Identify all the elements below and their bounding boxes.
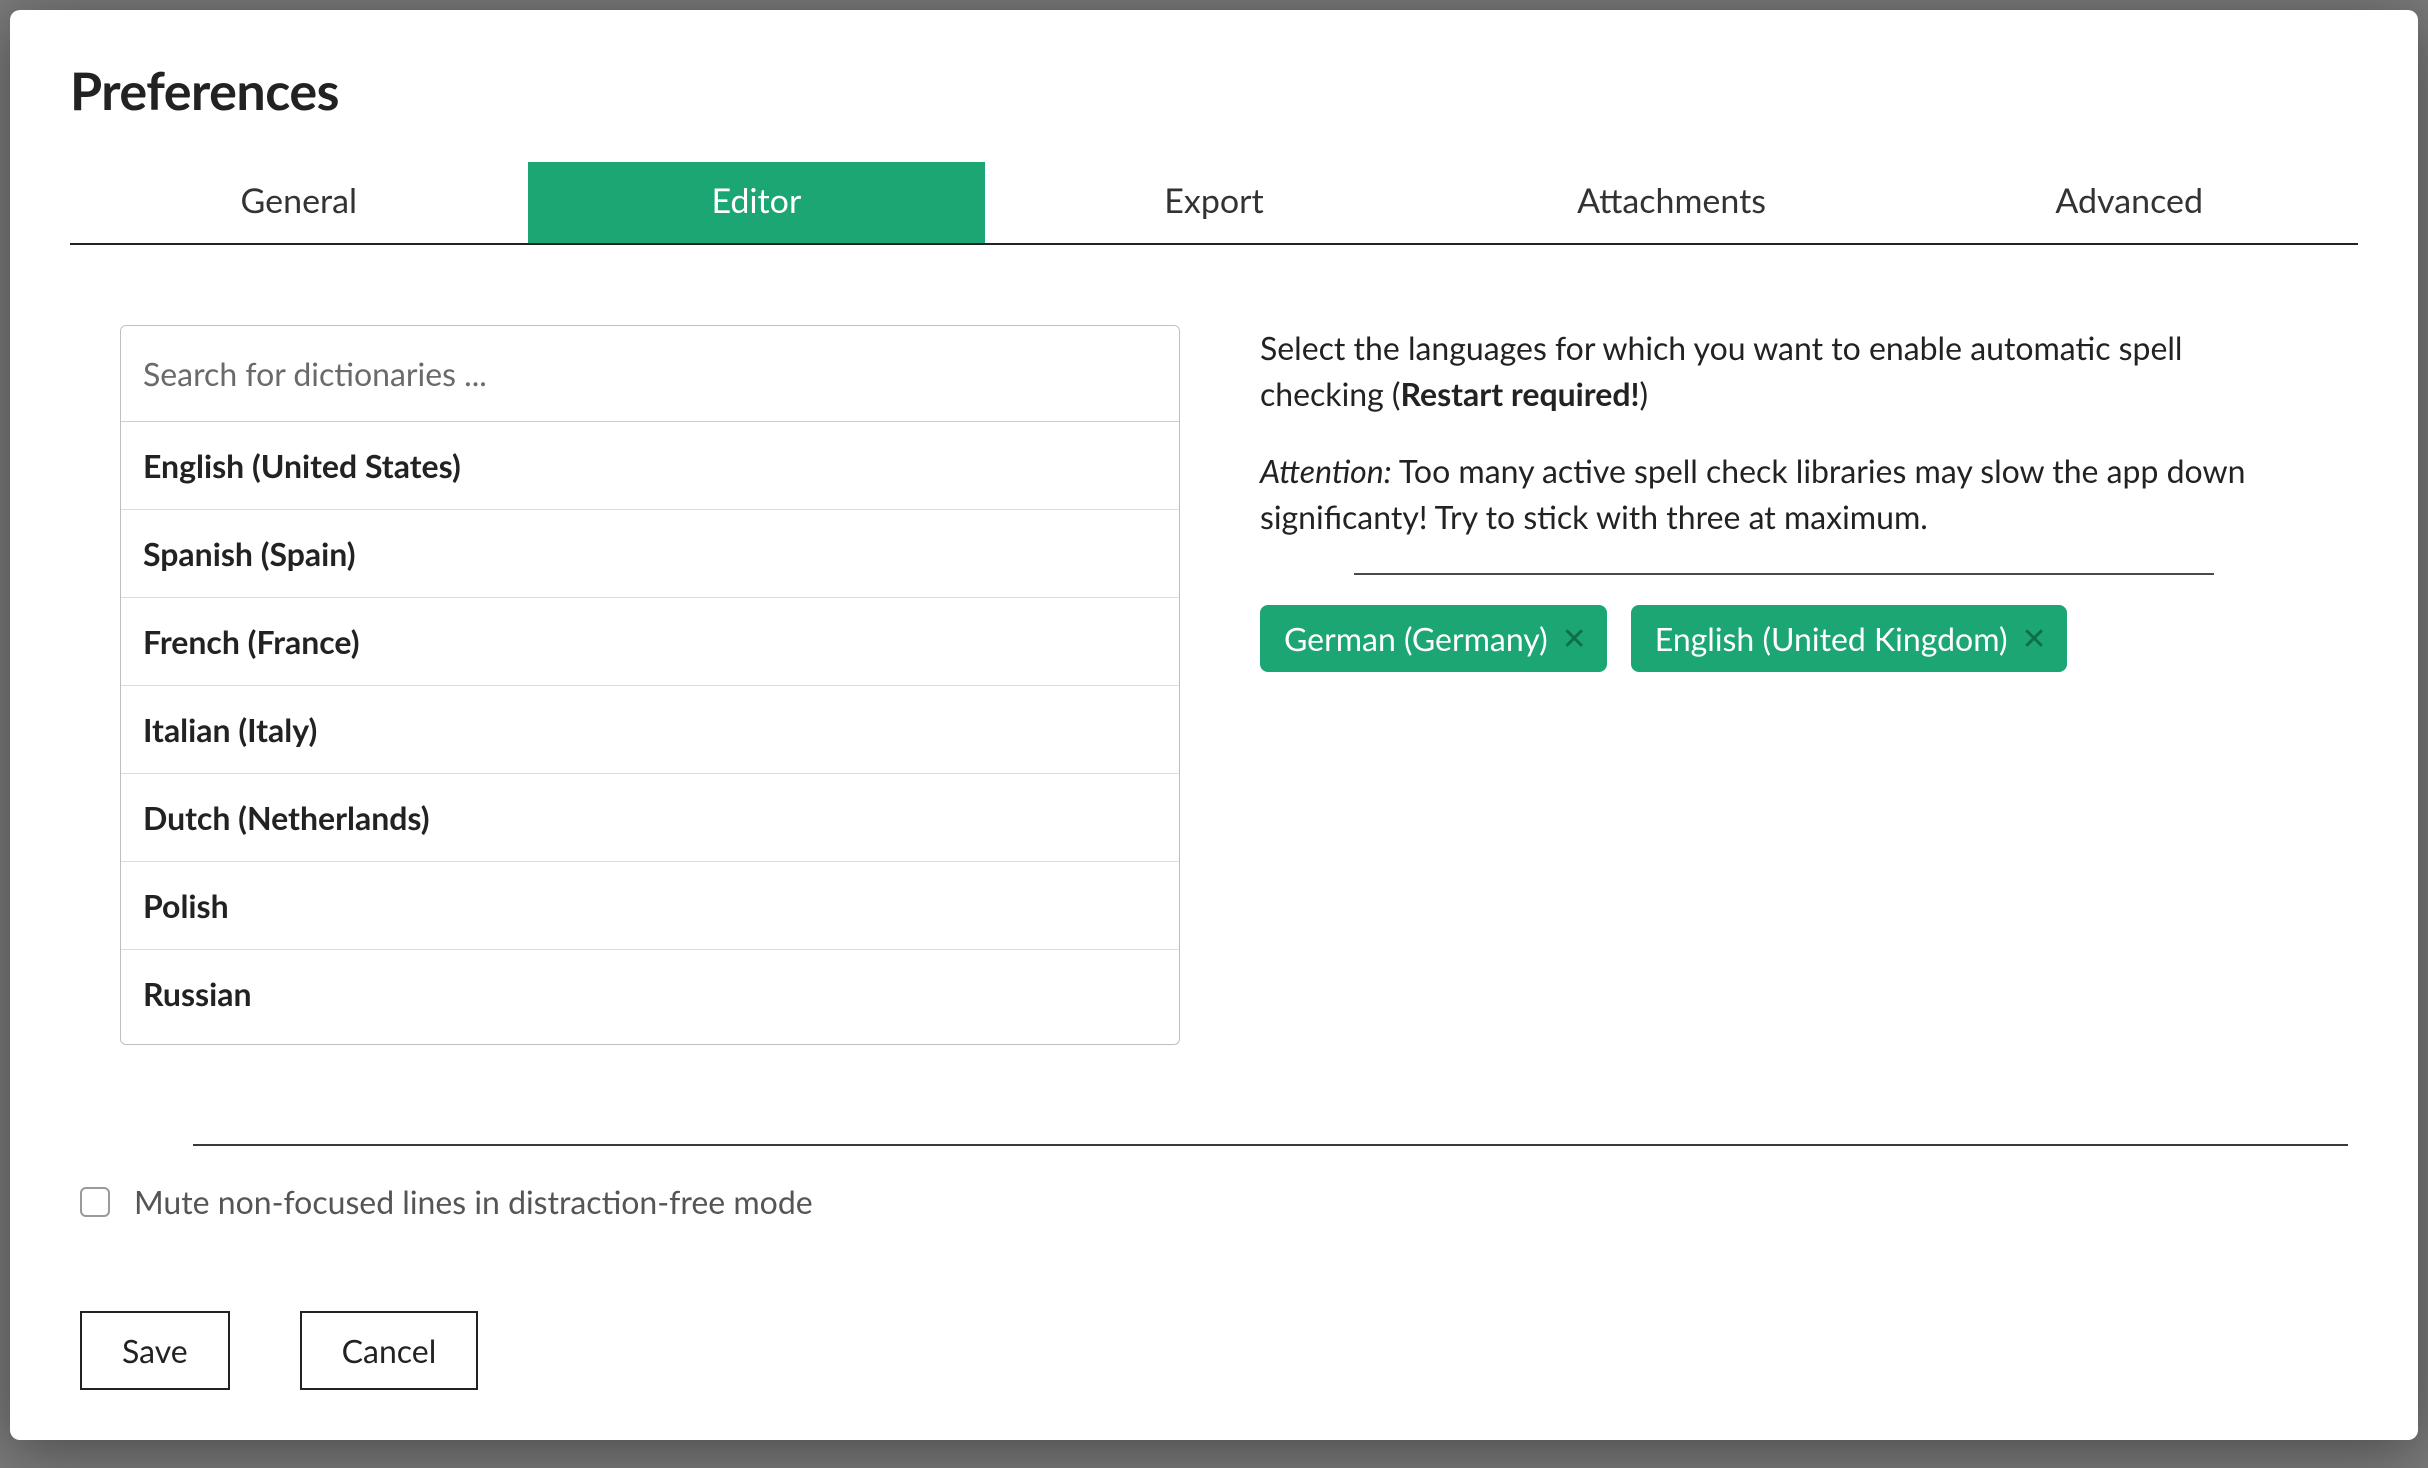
spellcheck-attention: Attention: Too many active spell check l… [1260, 448, 2308, 541]
tab-editor[interactable]: Editor [528, 162, 986, 243]
dictionary-search-input[interactable] [121, 326, 1179, 422]
remove-chip-icon[interactable]: ✕ [2022, 623, 2047, 653]
dictionary-item[interactable]: French (France) [121, 598, 1179, 686]
save-button[interactable]: Save [80, 1311, 230, 1390]
dialog-footer: Mute non-focused lines in distraction-fr… [70, 1118, 2358, 1390]
dictionary-item[interactable]: English (United States) [121, 422, 1179, 510]
dictionary-item[interactable]: Dutch (Netherlands) [121, 774, 1179, 862]
dictionary-item[interactable]: Italian (Italy) [121, 686, 1179, 774]
tab-export[interactable]: Export [985, 162, 1443, 243]
language-chip: German (Germany) ✕ [1260, 605, 1607, 672]
preferences-dialog: Preferences General Editor Export Attach… [10, 10, 2418, 1440]
language-chip: English (United Kingdom) ✕ [1631, 605, 2067, 672]
dictionary-item[interactable]: Spanish (Spain) [121, 510, 1179, 598]
tabs-bar: General Editor Export Attachments Advanc… [70, 162, 2358, 245]
editor-pane: English (United States) Spanish (Spain) … [70, 325, 2358, 1118]
selected-languages: German (Germany) ✕ English (United Kingd… [1260, 605, 2308, 672]
divider [1354, 573, 2213, 575]
chip-label: German (Germany) [1284, 619, 1548, 658]
dialog-title: Preferences [70, 60, 2358, 122]
dictionary-listbox: English (United States) Spanish (Spain) … [120, 325, 1180, 1045]
tab-attachments[interactable]: Attachments [1443, 162, 1901, 243]
mute-label: Mute non-focused lines in distraction-fr… [134, 1182, 813, 1221]
spellcheck-info: Select the languages for which you want … [1260, 325, 2308, 1118]
dialog-buttons: Save Cancel [80, 1311, 2348, 1390]
dictionary-item[interactable]: Russian [121, 950, 1179, 1037]
spellcheck-description: Select the languages for which you want … [1260, 325, 2308, 418]
divider [193, 1144, 2348, 1146]
tab-general[interactable]: General [70, 162, 528, 243]
chip-label: English (United Kingdom) [1655, 619, 2008, 658]
cancel-button[interactable]: Cancel [300, 1311, 479, 1390]
dictionary-item[interactable]: Polish [121, 862, 1179, 950]
mute-option: Mute non-focused lines in distraction-fr… [80, 1182, 2348, 1221]
dictionary-picker: English (United States) Spanish (Spain) … [120, 325, 1180, 1118]
tab-advanced[interactable]: Advanced [1900, 162, 2358, 243]
remove-chip-icon[interactable]: ✕ [1562, 623, 1587, 653]
mute-checkbox[interactable] [80, 1187, 110, 1217]
dictionary-list[interactable]: English (United States) Spanish (Spain) … [121, 422, 1179, 1044]
